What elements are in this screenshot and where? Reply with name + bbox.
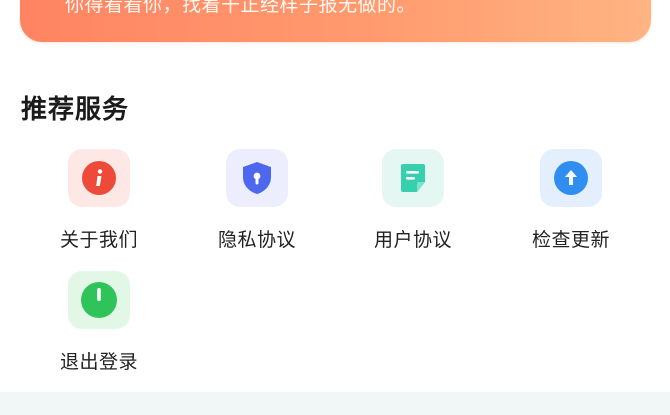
service-check-update[interactable]: 检查更新 xyxy=(501,149,641,252)
document-icon xyxy=(401,164,425,192)
arrow-up-icon xyxy=(554,161,588,195)
service-user-agreement[interactable]: 用户协议 xyxy=(343,149,483,252)
about-us-label: 关于我们 xyxy=(59,229,138,251)
banner-text: 你得看看你，找着干正经样子报无做的。 xyxy=(65,0,417,16)
banner-card: 你得看看你，找着干正经样子报无做的。 xyxy=(20,0,651,42)
user-agreement-tile xyxy=(382,149,444,207)
privacy-policy-tile xyxy=(226,149,288,207)
service-logout[interactable]: 退出登录 xyxy=(29,271,169,374)
section-title: 推荐服务 xyxy=(21,95,130,125)
check-update-label: 检查更新 xyxy=(531,229,610,251)
bottom-strip xyxy=(0,392,670,415)
logout-tile xyxy=(68,271,130,329)
power-icon xyxy=(81,282,117,318)
privacy-policy-label: 隐私协议 xyxy=(217,229,296,251)
check-update-tile xyxy=(540,149,602,207)
logout-label: 退出登录 xyxy=(59,351,138,373)
user-agreement-label: 用户协议 xyxy=(373,229,452,251)
service-about-us[interactable]: 关于我们 xyxy=(29,149,169,252)
service-privacy-policy[interactable]: 隐私协议 xyxy=(187,149,327,252)
info-icon xyxy=(82,161,116,195)
shield-lock-icon xyxy=(243,162,271,194)
about-us-tile xyxy=(68,149,130,207)
